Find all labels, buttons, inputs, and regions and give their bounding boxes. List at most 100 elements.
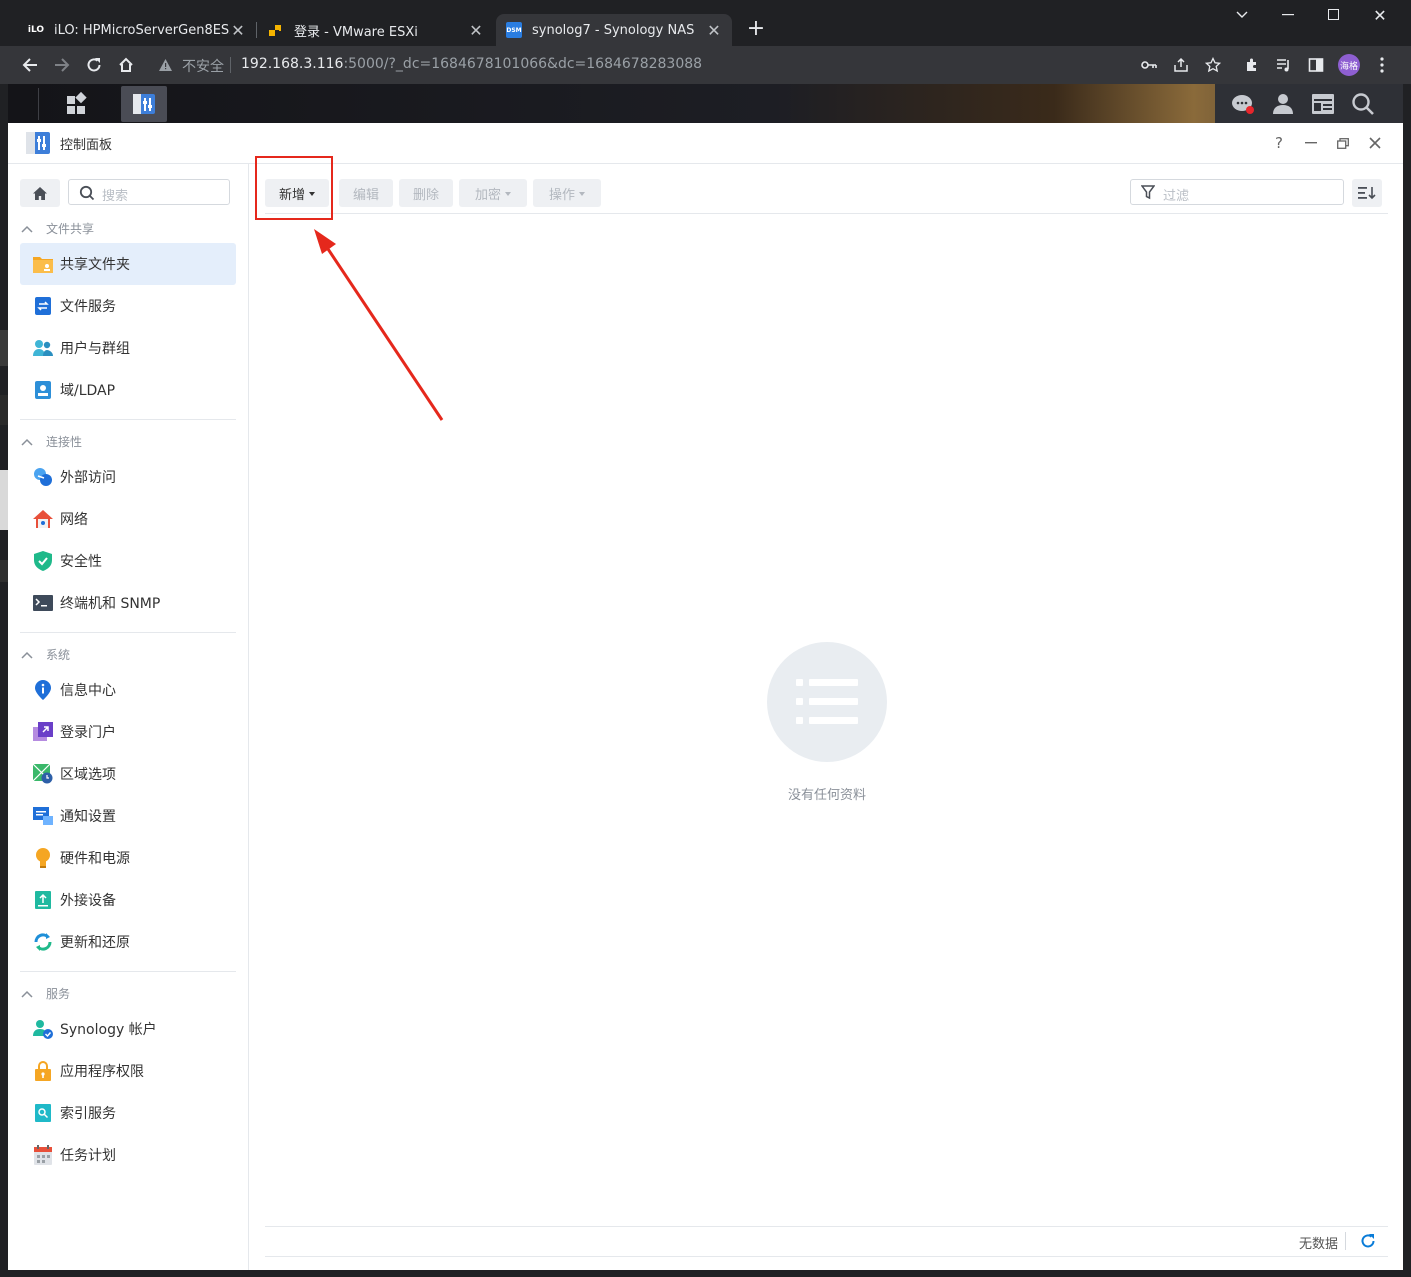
vmware-favicon-icon bbox=[268, 22, 284, 38]
warning-icon[interactable] bbox=[158, 57, 173, 76]
users-groups-icon bbox=[33, 338, 53, 358]
search-icon[interactable] bbox=[1351, 92, 1375, 116]
main-menu-icon[interactable] bbox=[60, 90, 94, 120]
sidebar-item-users-groups[interactable]: 用户与群组 bbox=[20, 327, 236, 369]
close-window-icon[interactable]: ✕ bbox=[1357, 0, 1403, 30]
sidebar-item-label: 外部访问 bbox=[60, 470, 116, 486]
key-icon[interactable] bbox=[1137, 53, 1161, 77]
section-title: 连接性 bbox=[46, 435, 83, 449]
insecure-label[interactable]: 不安全 bbox=[182, 56, 224, 76]
share-icon[interactable] bbox=[1169, 53, 1193, 77]
encrypt-button-label: 加密 bbox=[474, 187, 501, 203]
sidebar-item-shared-folder[interactable]: 共享文件夹 bbox=[20, 243, 236, 285]
sidebar-item-indexing-service[interactable]: 索引服务 bbox=[20, 1092, 236, 1134]
reload-icon[interactable] bbox=[82, 53, 106, 77]
domain-ldap-icon bbox=[33, 380, 53, 400]
calendar-icon bbox=[33, 1145, 53, 1165]
close-button[interactable] bbox=[1365, 133, 1385, 153]
sidebar-item-info-center[interactable]: 信息中心 bbox=[20, 669, 236, 711]
sidebar-item-external-access[interactable]: 外部访问 bbox=[20, 456, 236, 498]
restore-button[interactable] bbox=[1333, 133, 1353, 153]
user-account-icon[interactable] bbox=[1271, 92, 1295, 116]
encrypt-button[interactable]: 加密 bbox=[459, 179, 527, 207]
browser-tab-synology[interactable]: DSM synolog7 - Synology NAS ✕ bbox=[496, 14, 732, 46]
delete-button[interactable]: 删除 bbox=[399, 179, 453, 207]
sidebar-item-terminal-snmp[interactable]: 终端机和 SNMP bbox=[20, 582, 236, 624]
info-center-icon bbox=[33, 680, 53, 700]
home-icon bbox=[33, 186, 47, 200]
sidebar-item-file-services[interactable]: 文件服务 bbox=[20, 285, 236, 327]
network-house-icon bbox=[33, 509, 53, 529]
home-button[interactable] bbox=[20, 179, 60, 207]
more-menu-icon[interactable] bbox=[1370, 53, 1394, 77]
sidebar-item-external-devices[interactable]: 外接设备 bbox=[20, 879, 236, 921]
browser-tab-esxi[interactable]: 登录 - VMware ESXi ✕ bbox=[258, 14, 494, 46]
help-button[interactable]: ? bbox=[1269, 133, 1289, 153]
section-header-system[interactable]: 系统 bbox=[20, 646, 70, 663]
sidebar-item-security[interactable]: 安全性 bbox=[20, 540, 236, 582]
close-tab-icon[interactable]: ✕ bbox=[706, 21, 722, 40]
close-tab-icon[interactable]: ✕ bbox=[230, 21, 246, 40]
toolbar-divider bbox=[265, 213, 1388, 214]
sidebar-item-login-portal[interactable]: 登录门户 bbox=[20, 711, 236, 753]
address-bar[interactable]: 不安全 192.168.3.116:5000/?_dc=168467810106… bbox=[150, 50, 1230, 80]
refresh-icon[interactable] bbox=[1359, 1232, 1377, 1250]
sidebar-item-label: 安全性 bbox=[60, 554, 102, 570]
bookmark-star-icon[interactable] bbox=[1201, 53, 1225, 77]
home-icon[interactable] bbox=[114, 53, 138, 77]
minimize-window-icon[interactable] bbox=[1265, 0, 1311, 30]
browser-tab-ilo[interactable]: iLO iLO: HPMicroServerGen8ESXi - ✕ bbox=[18, 14, 256, 46]
tab-search-icon[interactable] bbox=[1219, 0, 1265, 30]
close-tab-icon[interactable]: ✕ bbox=[468, 21, 484, 40]
url-text[interactable]: 192.168.3.116:5000/?_dc=1684678101066&dc… bbox=[241, 56, 702, 72]
sidebar-item-label: 区域选项 bbox=[60, 767, 116, 783]
edit-button[interactable]: 编辑 bbox=[339, 179, 393, 207]
control-panel-window: 控制面板 ? 搜索 文件共享 共享文件夹 文件服务 用户与群组 域/LDAP 连… bbox=[8, 123, 1403, 1270]
sidebar-item-domain-ldap[interactable]: 域/LDAP bbox=[20, 369, 236, 411]
minimize-button[interactable] bbox=[1301, 133, 1321, 153]
sidebar-item-label: 共享文件夹 bbox=[60, 257, 130, 273]
sidebar-item-synology-account[interactable]: Synology 帐户 bbox=[20, 1008, 236, 1050]
tab-title: 登录 - VMware ESXi bbox=[294, 24, 418, 40]
widgets-icon[interactable] bbox=[1311, 92, 1335, 116]
side-panel-icon[interactable] bbox=[1304, 53, 1328, 77]
sidebar-item-app-privileges[interactable]: 应用程序权限 bbox=[20, 1050, 236, 1092]
action-button[interactable]: 操作 bbox=[533, 179, 601, 207]
sort-button[interactable] bbox=[1352, 179, 1382, 207]
sidebar-item-label: 外接设备 bbox=[60, 893, 116, 909]
profile-avatar[interactable]: 海格 bbox=[1337, 53, 1361, 77]
sidebar-item-label: 通知设置 bbox=[60, 809, 116, 825]
media-queue-icon[interactable] bbox=[1272, 53, 1296, 77]
delete-button-label: 删除 bbox=[412, 187, 439, 203]
sidebar-item-label: 应用程序权限 bbox=[60, 1064, 144, 1080]
filter-input[interactable]: 过滤 bbox=[1130, 179, 1344, 205]
sidebar-item-regional-options[interactable]: 区域选项 bbox=[20, 753, 236, 795]
lock-icon bbox=[33, 1061, 53, 1081]
extensions-icon[interactable] bbox=[1240, 53, 1264, 77]
browser-tab-bar: iLO iLO: HPMicroServerGen8ESXi - ✕ 登录 - … bbox=[0, 0, 1411, 46]
sidebar-item-label: 登录门户 bbox=[60, 725, 116, 741]
sidebar-item-task-scheduler[interactable]: 任务计划 bbox=[20, 1134, 236, 1176]
control-panel-taskbar-icon[interactable] bbox=[121, 86, 167, 122]
filter-funnel-icon bbox=[1141, 185, 1155, 200]
section-header-connectivity[interactable]: 连接性 bbox=[20, 433, 82, 450]
window-header: 控制面板 ? bbox=[8, 123, 1403, 164]
tab-separator bbox=[256, 22, 257, 38]
back-icon[interactable] bbox=[18, 53, 42, 77]
section-header-file-sharing[interactable]: 文件共享 bbox=[20, 220, 94, 237]
forward-icon[interactable] bbox=[50, 53, 74, 77]
new-tab-button[interactable]: + bbox=[744, 18, 768, 42]
sidebar-item-network[interactable]: 网络 bbox=[20, 498, 236, 540]
section-header-services[interactable]: 服务 bbox=[20, 985, 70, 1002]
section-divider bbox=[20, 632, 236, 633]
sidebar-item-hardware-power[interactable]: 硬件和电源 bbox=[20, 837, 236, 879]
indexing-search-icon bbox=[33, 1103, 53, 1123]
desktop-background-sliver bbox=[0, 330, 8, 366]
notification-chat-icon[interactable] bbox=[1231, 92, 1255, 116]
sidebar-item-update-restore[interactable]: 更新和还原 bbox=[20, 921, 236, 963]
maximize-window-icon[interactable] bbox=[1311, 0, 1357, 30]
sidebar-item-notification[interactable]: 通知设置 bbox=[20, 795, 236, 837]
lightbulb-icon bbox=[33, 848, 53, 868]
ilo-favicon-icon: iLO bbox=[27, 25, 45, 35]
sidebar-search-input[interactable]: 搜索 bbox=[68, 179, 230, 205]
